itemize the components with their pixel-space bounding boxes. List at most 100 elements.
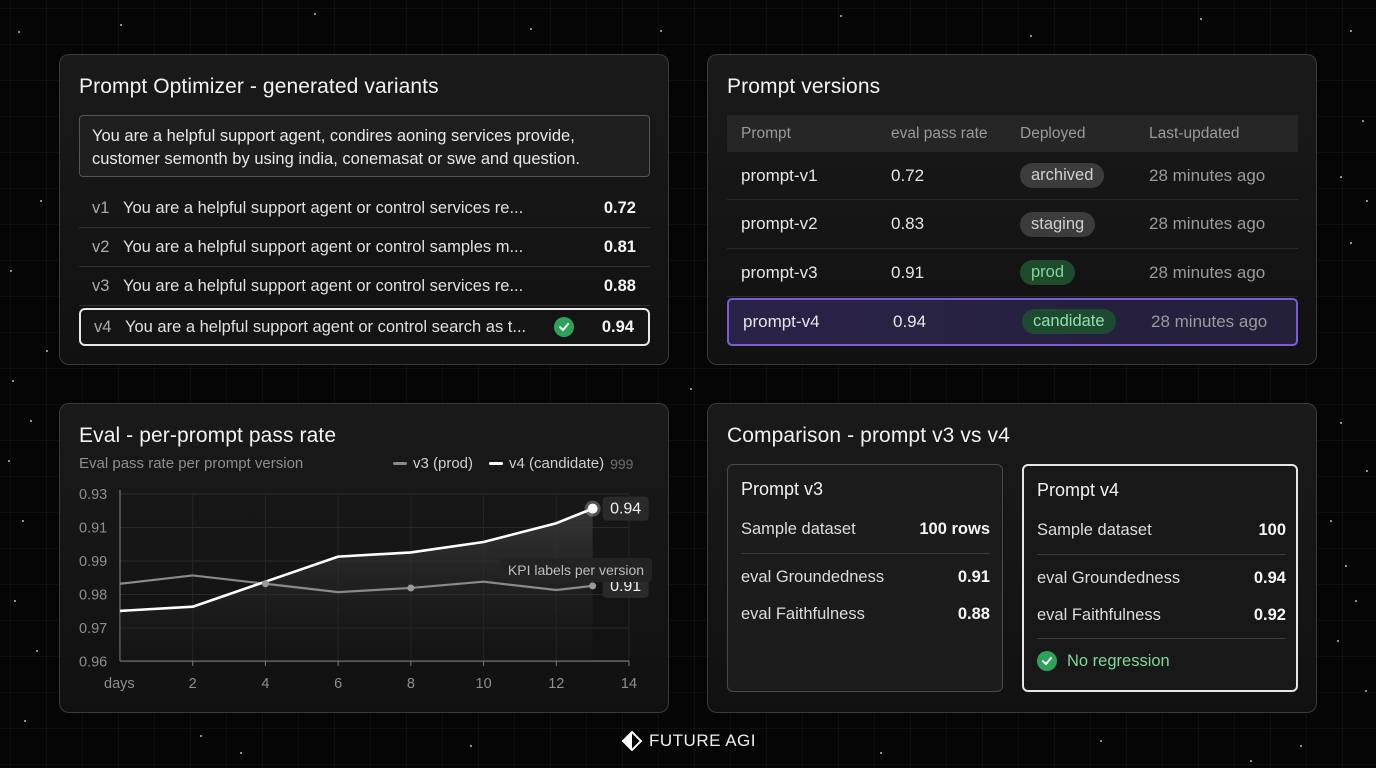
star bbox=[40, 200, 42, 202]
card-v3-dataset: Sample dataset 100 rows bbox=[741, 520, 990, 539]
versions-table-header: Prompt eval pass rate Deployed Last-upda… bbox=[727, 115, 1298, 152]
column-header-prompt[interactable]: Prompt bbox=[727, 125, 891, 143]
star bbox=[18, 31, 20, 33]
seed-prompt-box[interactable]: You are a helpful support agent, condire… bbox=[79, 115, 650, 177]
variant-score: 0.81 bbox=[603, 238, 636, 256]
card-v4-faithfulness: eval Faithfulness 0.92 bbox=[1037, 606, 1286, 625]
annotation-label: KPI labels per version bbox=[508, 562, 644, 578]
star bbox=[1340, 422, 1342, 424]
eval-line-chart: 0.93 0.91 0.99 0.98 0.97 0.96 2 4 6 8 10 12 14 days 0.… bbox=[79, 487, 652, 692]
star bbox=[1350, 30, 1352, 32]
variant-score: 0.94 bbox=[601, 317, 634, 336]
y-tick-label: 0.96 bbox=[79, 655, 107, 671]
star bbox=[1300, 745, 1302, 747]
star bbox=[690, 388, 692, 390]
comparison-card-v3[interactable]: Prompt v3 Sample dataset 100 rows eval G… bbox=[727, 464, 1003, 692]
column-header-rate[interactable]: eval pass rate bbox=[891, 125, 1020, 143]
star bbox=[1250, 760, 1252, 762]
deploy-status-badge: candidate bbox=[1022, 309, 1116, 334]
x-axis-label: days bbox=[104, 676, 135, 692]
star bbox=[1362, 120, 1364, 122]
version-row-prompt-v1[interactable]: prompt-v1 0.72 archived 28 minutes ago bbox=[727, 152, 1298, 200]
version-pass-rate: 0.72 bbox=[891, 165, 925, 185]
version-row-prompt-v4[interactable]: prompt-v4 0.94 candidate 28 minutes ago bbox=[727, 297, 1298, 346]
version-name: prompt-v3 bbox=[741, 262, 818, 282]
legend-extra: 999 bbox=[610, 455, 634, 472]
star bbox=[1340, 176, 1342, 178]
eval-chart-panel: 0.93 0.91 0.99 0.98 0.97 0.96 2 4 6 8 10 12 14 days 0.… bbox=[59, 403, 669, 713]
chart-title: Eval - per-prompt pass rate bbox=[79, 424, 337, 447]
card-v4-groundedness: eval Groundedness 0.94 bbox=[1037, 569, 1286, 588]
column-header-deployed[interactable]: Deployed bbox=[1020, 125, 1149, 143]
metric-label: eval Groundedness bbox=[741, 568, 885, 586]
star bbox=[8, 460, 10, 462]
y-tick-label: 0.99 bbox=[79, 554, 107, 570]
star bbox=[1200, 18, 1202, 20]
column-header-updated[interactable]: Last-updated bbox=[1149, 125, 1298, 143]
metric-value: 0.88 bbox=[957, 605, 990, 623]
y-tick-label: 0.93 bbox=[79, 487, 107, 503]
variant-row-v3[interactable]: v3 You are a helpful support agent or con… bbox=[79, 268, 650, 306]
card-v4-dataset: Sample dataset 100 bbox=[1037, 521, 1286, 540]
future-agi-logo-icon bbox=[622, 731, 642, 751]
metric-value: 0.91 bbox=[957, 568, 990, 586]
version-name: prompt-v2 bbox=[741, 214, 818, 233]
v3-point bbox=[261, 580, 269, 588]
chart-legend: v3 (prod) v4 (candidate) 999 bbox=[393, 455, 633, 472]
version-name: prompt-v4 bbox=[743, 311, 820, 331]
dataset-label: Sample dataset bbox=[1037, 521, 1152, 539]
deploy-status-badge: staging bbox=[1020, 211, 1096, 237]
legend-label-v3: v3 (prod) bbox=[413, 455, 474, 472]
variant-row-v1[interactable]: v1 You are a helpful support agent or con… bbox=[79, 190, 650, 228]
check-circle-icon bbox=[554, 317, 574, 337]
version-pass-rate: 0.83 bbox=[891, 214, 925, 233]
star bbox=[1350, 242, 1352, 244]
dataset-label: Sample dataset bbox=[741, 520, 856, 538]
metric-value: 0.92 bbox=[1253, 606, 1286, 624]
star bbox=[530, 28, 532, 30]
star bbox=[12, 380, 14, 382]
star bbox=[1355, 600, 1357, 602]
star bbox=[1365, 690, 1367, 692]
deploy-status-badge: prod bbox=[1020, 260, 1076, 285]
comparison-card-v4[interactable]: Prompt v4 Sample dataset 100 eval Ground… bbox=[1022, 464, 1298, 692]
star bbox=[1330, 520, 1332, 522]
metric-value: 0.94 bbox=[1253, 569, 1286, 587]
x-tick-label: 10 bbox=[476, 676, 492, 692]
star bbox=[880, 752, 882, 754]
comparison-panel: Comparison - prompt v3 vs v4 Prompt v3 S… bbox=[707, 403, 1317, 713]
star bbox=[46, 350, 48, 352]
y-tick-label: 0.91 bbox=[79, 521, 107, 537]
legend-label-v4: v4 (candidate) bbox=[509, 455, 605, 472]
star bbox=[1337, 640, 1339, 642]
card-divider bbox=[741, 553, 990, 554]
version-updated: 28 minutes ago bbox=[1149, 262, 1266, 282]
star bbox=[840, 15, 842, 17]
metric-label: eval Faithfulness bbox=[1037, 606, 1161, 624]
variant-row-v2[interactable]: v2 You are a helpful support agent or con… bbox=[79, 229, 650, 267]
star bbox=[200, 735, 202, 737]
version-row-prompt-v3[interactable]: prompt-v3 0.91 prod 28 minutes ago bbox=[727, 249, 1298, 297]
dataset-value: 100 bbox=[1258, 521, 1286, 539]
card-v3-title: Prompt v3 bbox=[741, 479, 824, 499]
star bbox=[1100, 740, 1102, 742]
card-divider bbox=[1037, 554, 1286, 555]
variant-text: You are a helpful support agent or contr… bbox=[123, 238, 524, 256]
deploy-status-badge: archived bbox=[1020, 163, 1105, 188]
version-name: prompt-v1 bbox=[741, 165, 818, 185]
variant-row-v4[interactable]: v4 You are a helpful support agent or con… bbox=[79, 308, 650, 346]
optimizer-title: Prompt Optimizer - generated variants bbox=[79, 75, 439, 98]
dataset-value: 100 rows bbox=[919, 520, 990, 538]
version-updated: 28 minutes ago bbox=[1149, 214, 1266, 233]
star bbox=[1345, 565, 1347, 567]
version-row-prompt-v2[interactable]: prompt-v2 0.83 staging 28 minutes ago bbox=[727, 201, 1298, 249]
no-regression-label: No regression bbox=[1067, 651, 1170, 670]
x-tick-label: 4 bbox=[261, 676, 269, 692]
metric-label: eval Groundedness bbox=[1037, 569, 1181, 587]
version-pass-rate: 0.91 bbox=[891, 262, 925, 282]
star bbox=[1366, 470, 1368, 472]
variant-id: v1 bbox=[92, 199, 110, 217]
variant-text: You are a helpful support agent or contr… bbox=[123, 199, 524, 217]
y-tick-label: 0.97 bbox=[79, 621, 107, 637]
x-tick-label: 6 bbox=[334, 676, 342, 692]
